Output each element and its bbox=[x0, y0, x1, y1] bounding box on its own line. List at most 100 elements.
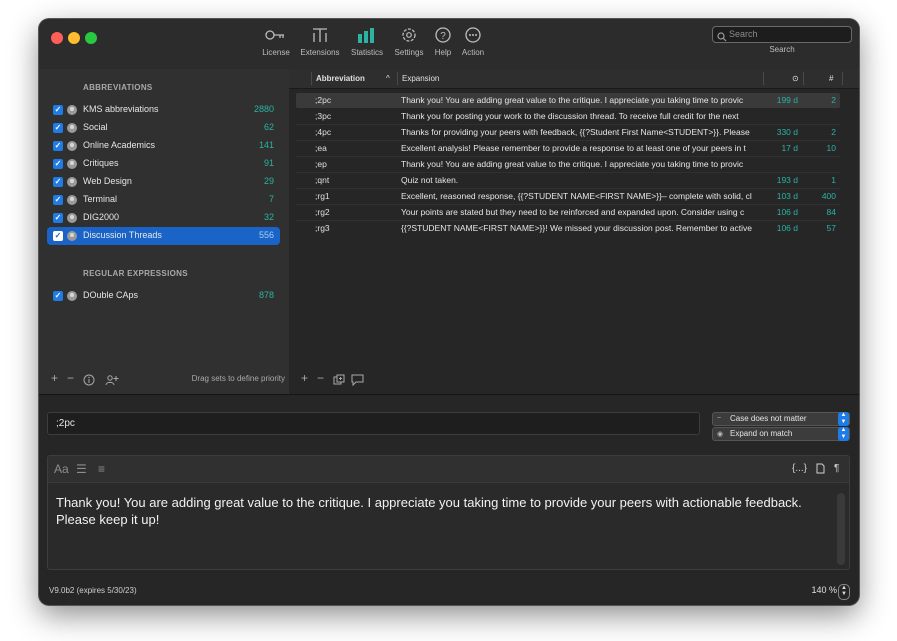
row-age: 330 d bbox=[776, 127, 798, 137]
table-row[interactable]: ;rg2 Your points are stated but they nee… bbox=[296, 205, 840, 220]
set-row[interactable]: ✓ Online Academics 141 bbox=[47, 137, 280, 155]
set-count: 141 bbox=[258, 140, 274, 150]
set-count: 7 bbox=[268, 194, 274, 204]
set-row[interactable]: ✓ Social 62 bbox=[47, 119, 280, 137]
column-header-age[interactable]: ⊙ bbox=[792, 74, 799, 83]
set-row[interactable]: ✓ Critiques 91 bbox=[47, 155, 280, 173]
regex-set-row[interactable]: ✓ DOuble CAps 878 bbox=[47, 287, 280, 305]
pane-divider[interactable] bbox=[39, 394, 859, 395]
row-count: 1 bbox=[831, 175, 836, 185]
set-count: 32 bbox=[263, 212, 274, 222]
table-row[interactable]: ;ea Excellent analysis! Please remember … bbox=[296, 141, 840, 156]
toolbar-action-button[interactable]: Action bbox=[445, 25, 501, 57]
duplicate-icon[interactable] bbox=[333, 371, 345, 389]
set-row[interactable]: ✓ Terminal 7 bbox=[47, 191, 280, 209]
set-count: 556 bbox=[258, 230, 274, 240]
checkbox[interactable]: ✓ bbox=[53, 105, 63, 115]
row-expansion: Your points are stated but they need to … bbox=[401, 207, 745, 217]
row-expansion: Excellent analysis! Please remember to p… bbox=[401, 143, 746, 153]
remove-set-button[interactable]: − bbox=[67, 371, 74, 385]
column-separator bbox=[842, 72, 843, 85]
checkbox[interactable]: ✓ bbox=[53, 177, 63, 187]
expansion-editor[interactable]: Aa ☰ ≡ {...} ¶ Thank you! You are adding… bbox=[47, 455, 850, 570]
placeholder-button[interactable]: {...} bbox=[792, 463, 807, 474]
column-separator bbox=[803, 72, 804, 85]
add-abbreviation-button[interactable]: + bbox=[301, 371, 308, 385]
share-set-icon[interactable] bbox=[105, 371, 119, 389]
case-option-popup[interactable]: ~ Case does not matter ▲ ▼ bbox=[712, 412, 850, 426]
row-count: 57 bbox=[826, 223, 836, 233]
comment-icon[interactable] bbox=[351, 371, 364, 389]
search-input[interactable] bbox=[729, 28, 847, 40]
set-row[interactable]: ✓ Web Design 29 bbox=[47, 173, 280, 191]
column-separator bbox=[763, 72, 764, 85]
minimize-window-button[interactable] bbox=[68, 32, 80, 44]
table-row-selected[interactable]: ;2pc Thank you! You are adding great val… bbox=[296, 93, 840, 108]
set-row-selected[interactable]: ✓ Discussion Threads 556 bbox=[47, 227, 280, 245]
column-separator bbox=[311, 72, 312, 85]
row-expansion: Excellent, reasoned response, {{?STUDENT… bbox=[401, 191, 752, 201]
user-icon bbox=[67, 105, 77, 115]
expand-icon: ◉ bbox=[717, 431, 724, 438]
checkbox[interactable]: ✓ bbox=[53, 141, 63, 151]
table-row[interactable]: ;qnt Quiz not taken. 193 d 1 bbox=[296, 173, 840, 188]
editor-scrollbar[interactable] bbox=[837, 493, 845, 565]
abbreviation-table: Abbreviation ^ Expansion ⊙ # ;2pc Thank … bbox=[289, 69, 859, 394]
set-name: DIG2000 bbox=[83, 212, 120, 222]
zoom-window-button[interactable] bbox=[85, 32, 97, 44]
toolbar: License Extensions Statistics Settings ?… bbox=[39, 19, 859, 70]
row-age: 193 d bbox=[776, 175, 798, 185]
set-name: Social bbox=[83, 122, 108, 132]
search-field[interactable] bbox=[712, 26, 852, 43]
editor-toolbar: Aa ☰ ≡ {...} ¶ bbox=[48, 456, 849, 483]
user-icon bbox=[67, 123, 77, 133]
abbreviation-field[interactable] bbox=[47, 412, 700, 435]
regex-header: REGULAR EXPRESSIONS bbox=[83, 269, 188, 278]
sort-ascending-icon: ^ bbox=[386, 74, 390, 83]
set-name: Critiques bbox=[83, 158, 119, 168]
set-row[interactable]: ✓ KMS abbreviations 2880 bbox=[47, 101, 280, 119]
list-icon[interactable]: ≡ bbox=[98, 462, 105, 476]
set-count: 2880 bbox=[253, 104, 274, 114]
checkbox[interactable]: ✓ bbox=[53, 123, 63, 133]
font-button[interactable]: Aa bbox=[54, 462, 69, 476]
checkbox[interactable]: ✓ bbox=[53, 231, 63, 241]
table-row[interactable]: ;4pc Thanks for providing your peers wit… bbox=[296, 125, 840, 140]
expand-option-popup[interactable]: ◉ Expand on match ▲ ▼ bbox=[712, 427, 850, 441]
remove-abbreviation-button[interactable]: − bbox=[317, 371, 324, 385]
add-set-button[interactable]: + bbox=[51, 371, 58, 385]
zoom-stepper[interactable]: ▲ ▼ bbox=[838, 584, 850, 600]
row-age: 199 d bbox=[776, 95, 798, 105]
user-icon bbox=[67, 213, 77, 223]
row-expansion: {{?STUDENT NAME<FIRST NAME>}}! We missed… bbox=[401, 223, 752, 233]
info-icon[interactable] bbox=[83, 371, 95, 389]
row-abbreviation: ;ea bbox=[315, 143, 327, 153]
row-abbreviation: ;2pc bbox=[315, 95, 332, 105]
column-header-expansion[interactable]: Expansion bbox=[402, 74, 439, 83]
checkbox[interactable]: ✓ bbox=[53, 291, 63, 301]
table-row[interactable]: ;3pc Thank you for posting your work to … bbox=[296, 109, 840, 124]
table-row[interactable]: ;ep Thank you! You are adding great valu… bbox=[296, 157, 840, 172]
user-icon bbox=[67, 141, 77, 151]
table-row[interactable]: ;rg1 Excellent, reasoned response, {{?ST… bbox=[296, 189, 840, 204]
set-count: 91 bbox=[263, 158, 274, 168]
column-header-count[interactable]: # bbox=[829, 74, 833, 83]
column-header-abbreviation[interactable]: Abbreviation bbox=[316, 74, 365, 83]
table-row[interactable]: ;rg3 {{?STUDENT NAME<FIRST NAME>}}! We m… bbox=[296, 221, 840, 236]
paragraph-button[interactable]: ¶ bbox=[834, 463, 839, 474]
document-icon[interactable] bbox=[816, 463, 825, 477]
set-row[interactable]: ✓ DIG2000 32 bbox=[47, 209, 280, 227]
case-option-label: Case does not matter bbox=[730, 414, 807, 423]
row-age: 17 d bbox=[781, 143, 798, 153]
checkbox[interactable]: ✓ bbox=[53, 195, 63, 205]
expansion-text[interactable]: Thank you! You are adding great value to… bbox=[56, 494, 826, 528]
close-window-button[interactable] bbox=[51, 32, 63, 44]
row-expansion: Thank you for posting your work to the d… bbox=[401, 111, 739, 121]
checkbox[interactable]: ✓ bbox=[53, 159, 63, 169]
checkbox[interactable]: ✓ bbox=[53, 213, 63, 223]
toolbar-action-label: Action bbox=[461, 48, 485, 57]
user-icon bbox=[67, 195, 77, 205]
align-icon[interactable]: ☰ bbox=[76, 462, 87, 476]
row-abbreviation: ;4pc bbox=[315, 127, 332, 137]
chevron-updown-icon: ▲ ▼ bbox=[838, 412, 849, 426]
